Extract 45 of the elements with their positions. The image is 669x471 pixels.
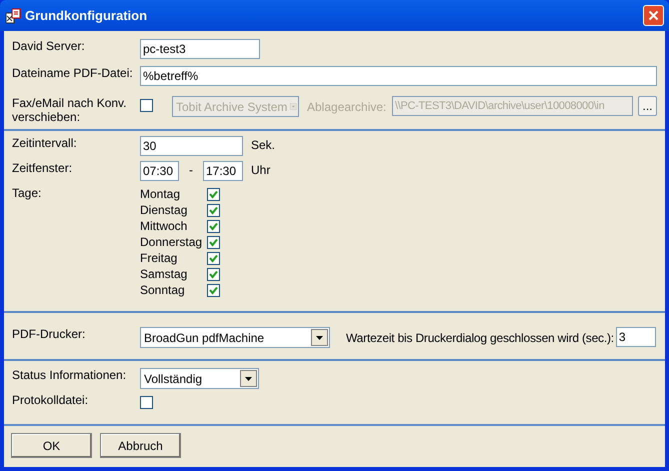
dialog-button[interactable]: Abbruch [100,433,181,458]
field-label: PDF-Drucker: [12,327,86,341]
checkbox[interactable] [207,268,220,280]
filename-field[interactable]: %betreff% [140,66,657,86]
start-time-field[interactable]: 07:30 [140,161,179,181]
close-button[interactable] [643,5,664,26]
day-label: Montag [140,186,182,203]
dialog-button[interactable]: OK [11,433,92,458]
checkbox[interactable] [207,204,220,216]
checkbox[interactable] [207,284,220,296]
field-label: David Server: [12,39,86,53]
field-label: Zeitfenster: [12,161,74,175]
day-label: Donnerstag [140,234,204,251]
wait-field[interactable]: 3 [616,327,656,347]
checkbox[interactable] [207,252,220,264]
checkbox[interactable] [207,220,220,232]
field-label: Tage: [12,186,42,200]
unit-label: Uhr [251,162,270,179]
checkbox[interactable] [140,99,153,112]
day-label: Dienstag [140,202,188,219]
server-field[interactable]: pc-test3 [140,39,260,59]
printer-dropdown[interactable]: BroadGun pdfMachine [140,327,330,348]
field-label: Zeitintervall: [12,136,78,150]
archive-label: Ablagearchive: [307,99,388,116]
day-label: Sonntag [140,282,186,299]
separator-label: - [189,162,193,179]
field-label: Protokolldatei: [12,393,90,407]
interval-field[interactable]: 30 [140,136,243,156]
app-icon [5,8,21,24]
checkbox[interactable] [140,396,153,409]
field-label: Status Informationen: [12,368,128,382]
day-label: Samstag [140,266,188,283]
field-label: Fax/eMail nach Konv. verschieben: [12,96,128,124]
status-dropdown[interactable]: Vollständig [140,368,259,389]
end-time-field[interactable]: 17:30 [203,161,243,181]
checkbox[interactable] [207,236,220,248]
unit-label: Sek. [251,137,276,154]
wait-label: Wartezeit bis Druckerdialog geschlossen wird (sec.): [346,330,614,347]
field-label: Dateiname PDF-Datei: [12,66,134,80]
checkbox[interactable] [207,188,220,200]
browse-button[interactable]: ... [638,96,657,116]
day-label: Freitag [140,250,178,267]
window-title: Grundkonfiguration [25,6,148,25]
close-icon [648,10,659,21]
day-label: Mittwoch [140,218,188,235]
